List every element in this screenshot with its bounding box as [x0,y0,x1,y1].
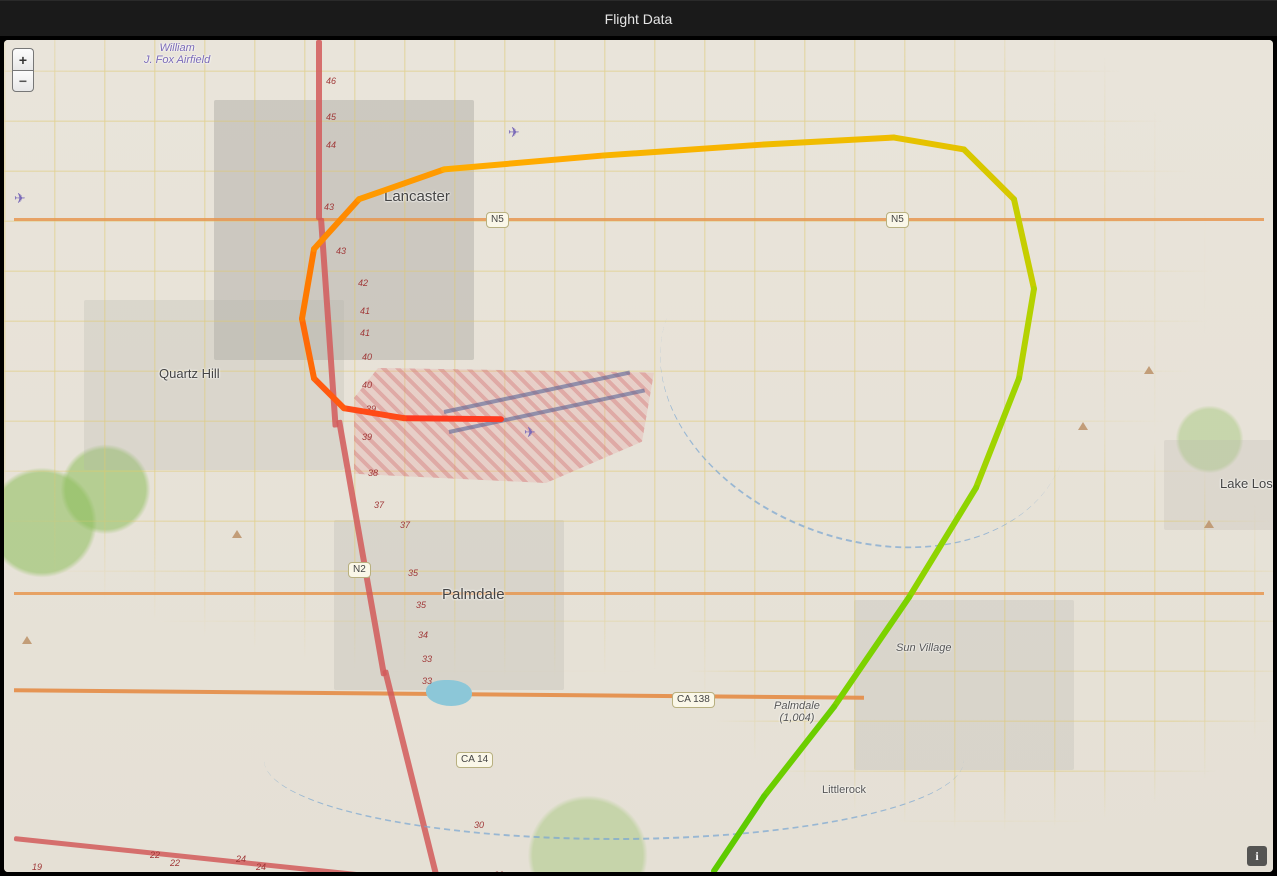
exit-num: 24 [256,862,266,872]
exit-num: 33 [422,654,432,664]
exit-num: 45 [326,112,336,122]
airplane-icon: ✈ [14,190,26,207]
exit-num: 37 [400,520,410,530]
wash [264,680,964,840]
exit-num: 29 [494,870,504,872]
window-title: Flight Data [605,11,673,27]
road-ca14 [316,40,322,220]
exit-num: 22 [150,850,160,860]
attribution-button[interactable]: i [1247,846,1267,866]
label-fox-airfield: William J. Fox Airfield [144,42,210,66]
road-arterial [14,592,1264,595]
label-sun-village: Sun Village [896,642,951,654]
road-arterial [14,218,1264,221]
peak-icon [1078,422,1088,430]
exit-num: 24 [236,854,246,864]
map-canvas[interactable]: ✈ ✈ ✈ William J. Fox Airfield Lancaster … [4,40,1273,872]
zoom-out-button[interactable]: − [12,70,34,92]
exit-num: 22 [170,858,180,868]
shield-n5: N5 [886,212,909,228]
exit-num: 40 [362,352,372,362]
label-quartz-hill: Quartz Hill [159,366,220,381]
peak-icon [1204,520,1214,528]
label-littlerock: Littlerock [822,784,866,796]
map-container: ✈ ✈ ✈ William J. Fox Airfield Lancaster … [0,36,1277,876]
shield-ca138: CA 138 [672,692,715,708]
exit-num: 33 [422,676,432,686]
label-lake-los: Lake Los [1220,476,1273,491]
airplane-icon: ✈ [508,124,520,141]
exit-num: 43 [324,202,334,212]
exit-num: 34 [418,630,428,640]
exit-num: 38 [368,468,378,478]
window-titlebar: Flight Data [0,0,1277,36]
airplane-icon: ✈ [524,424,536,441]
shield-ca14: CA 14 [456,752,493,768]
exit-num: 39 [366,404,376,414]
peak-icon [232,530,242,538]
exit-num: 42 [358,278,368,288]
label-palmdale-elev: Palmdale (1,004) [774,700,820,724]
exit-num: 44 [326,140,336,150]
exit-num: 40 [362,380,372,390]
exit-num: 19 [32,862,42,872]
exit-num: 35 [416,600,426,610]
label-lancaster: Lancaster [384,188,450,205]
exit-num: 43 [336,246,346,256]
peak-icon [1144,366,1154,374]
exit-num: 46 [326,76,336,86]
exit-num: 41 [360,328,370,338]
shield-n2: N2 [348,562,371,578]
exit-num: 41 [360,306,370,316]
exit-num: 39 [362,432,372,442]
zoom-in-button[interactable]: + [12,48,34,70]
exit-num: 37 [374,500,384,510]
shield-n5: N5 [486,212,509,228]
label-palmdale: Palmdale [442,586,505,603]
exit-num: 30 [474,820,484,830]
exit-num: 35 [408,568,418,578]
zoom-controls: + − [12,48,34,92]
peak-icon [22,636,32,644]
